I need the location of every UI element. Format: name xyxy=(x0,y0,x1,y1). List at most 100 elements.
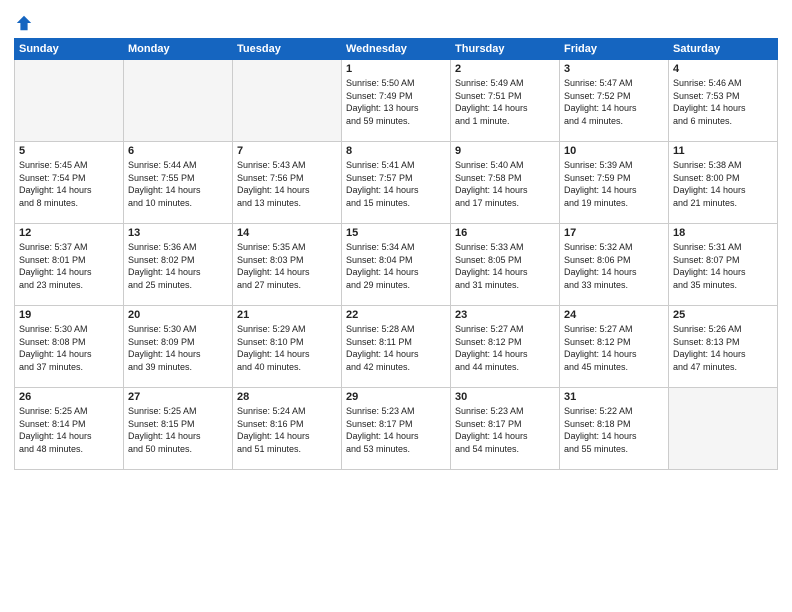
calendar-day-header: Monday xyxy=(124,39,233,60)
calendar-cell: 26 Sunrise: 5:25 AM Sunset: 8:14 PM Dayli… xyxy=(15,388,124,470)
day-number: 16 xyxy=(455,227,555,239)
calendar-cell: 23 Sunrise: 5:27 AM Sunset: 8:12 PM Dayli… xyxy=(451,306,560,388)
day-number: 24 xyxy=(564,309,664,321)
day-info: Sunrise: 5:41 AM Sunset: 7:57 PM Dayligh… xyxy=(346,159,446,209)
day-number: 11 xyxy=(673,145,773,157)
calendar-week-row: 19 Sunrise: 5:30 AM Sunset: 8:08 PM Dayli… xyxy=(15,306,778,388)
day-info: Sunrise: 5:30 AM Sunset: 8:08 PM Dayligh… xyxy=(19,323,119,373)
calendar-cell: 30Sunrise: 5:23 AM Sunset: 8:17 PM Dayli… xyxy=(451,388,560,470)
calendar-day-header: Wednesday xyxy=(342,39,451,60)
calendar-cell: 16Sunrise: 5:33 AM Sunset: 8:05 PM Dayli… xyxy=(451,224,560,306)
day-info: Sunrise: 5:31 AM Sunset: 8:07 PM Dayligh… xyxy=(673,241,773,291)
day-info: Sunrise: 5:22 AM Sunset: 8:18 PM Dayligh… xyxy=(564,405,664,455)
calendar-day-header: Tuesday xyxy=(233,39,342,60)
calendar-week-row: 26 Sunrise: 5:25 AM Sunset: 8:14 PM Dayli… xyxy=(15,388,778,470)
day-info: Sunrise: 5:37 AM Sunset: 8:01 PM Dayligh… xyxy=(19,241,119,291)
calendar-week-row: 5 Sunrise: 5:45 AM Sunset: 7:54 PM Daylig… xyxy=(15,142,778,224)
day-number: 12 xyxy=(19,227,119,239)
day-info: Sunrise: 5:24 AM Sunset: 8:16 PM Dayligh… xyxy=(237,405,337,455)
calendar-cell: 1Sunrise: 5:50 AM Sunset: 7:49 PM Daylig… xyxy=(342,60,451,142)
calendar-cell: 28Sunrise: 5:24 AM Sunset: 8:16 PM Dayli… xyxy=(233,388,342,470)
day-info: Sunrise: 5:45 AM Sunset: 7:54 PM Dayligh… xyxy=(19,159,119,209)
day-info: Sunrise: 5:35 AM Sunset: 8:03 PM Dayligh… xyxy=(237,241,337,291)
day-info: Sunrise: 5:38 AM Sunset: 8:00 PM Dayligh… xyxy=(673,159,773,209)
day-number: 13 xyxy=(128,227,228,239)
calendar-cell: 18 Sunrise: 5:31 AM Sunset: 8:07 PM Dayli… xyxy=(669,224,778,306)
calendar-cell xyxy=(233,60,342,142)
calendar-cell: 2 Sunrise: 5:49 AM Sunset: 7:51 PM Daylig… xyxy=(451,60,560,142)
calendar-day-header: Sunday xyxy=(15,39,124,60)
day-number: 31 xyxy=(564,391,664,403)
calendar-cell: 12 Sunrise: 5:37 AM Sunset: 8:01 PM Dayli… xyxy=(15,224,124,306)
day-number: 8 xyxy=(346,145,446,157)
calendar-cell: 20 Sunrise: 5:30 AM Sunset: 8:09 PM Dayli… xyxy=(124,306,233,388)
logo-icon xyxy=(15,14,33,32)
day-number: 2 xyxy=(455,63,555,75)
day-number: 15 xyxy=(346,227,446,239)
calendar-cell xyxy=(669,388,778,470)
calendar-week-row: 12 Sunrise: 5:37 AM Sunset: 8:01 PM Dayli… xyxy=(15,224,778,306)
day-number: 21 xyxy=(237,309,337,321)
day-number: 5 xyxy=(19,145,119,157)
calendar-cell: 11 Sunrise: 5:38 AM Sunset: 8:00 PM Dayli… xyxy=(669,142,778,224)
day-number: 23 xyxy=(455,309,555,321)
day-info: Sunrise: 5:34 AM Sunset: 8:04 PM Dayligh… xyxy=(346,241,446,291)
calendar-cell: 25 Sunrise: 5:26 AM Sunset: 8:13 PM Dayli… xyxy=(669,306,778,388)
calendar-day-header: Saturday xyxy=(669,39,778,60)
day-number: 7 xyxy=(237,145,337,157)
calendar-cell: 4Sunrise: 5:46 AM Sunset: 7:53 PM Daylig… xyxy=(669,60,778,142)
day-number: 9 xyxy=(455,145,555,157)
day-number: 20 xyxy=(128,309,228,321)
day-info: Sunrise: 5:27 AM Sunset: 8:12 PM Dayligh… xyxy=(455,323,555,373)
calendar-day-header: Friday xyxy=(560,39,669,60)
calendar-cell: 24 Sunrise: 5:27 AM Sunset: 8:12 PM Dayli… xyxy=(560,306,669,388)
day-info: Sunrise: 5:47 AM Sunset: 7:52 PM Dayligh… xyxy=(564,77,664,127)
calendar-cell: 5 Sunrise: 5:45 AM Sunset: 7:54 PM Daylig… xyxy=(15,142,124,224)
day-number: 14 xyxy=(237,227,337,239)
calendar-cell: 22Sunrise: 5:28 AM Sunset: 8:11 PM Dayli… xyxy=(342,306,451,388)
day-info: Sunrise: 5:39 AM Sunset: 7:59 PM Dayligh… xyxy=(564,159,664,209)
day-info: Sunrise: 5:25 AM Sunset: 8:15 PM Dayligh… xyxy=(128,405,228,455)
calendar-week-row: 1Sunrise: 5:50 AM Sunset: 7:49 PM Daylig… xyxy=(15,60,778,142)
calendar-cell: 15 Sunrise: 5:34 AM Sunset: 8:04 PM Dayli… xyxy=(342,224,451,306)
calendar-cell xyxy=(124,60,233,142)
calendar-cell: 13 Sunrise: 5:36 AM Sunset: 8:02 PM Dayli… xyxy=(124,224,233,306)
day-info: Sunrise: 5:23 AM Sunset: 8:17 PM Dayligh… xyxy=(346,405,446,455)
day-info: Sunrise: 5:30 AM Sunset: 8:09 PM Dayligh… xyxy=(128,323,228,373)
day-info: Sunrise: 5:44 AM Sunset: 7:55 PM Dayligh… xyxy=(128,159,228,209)
day-info: Sunrise: 5:32 AM Sunset: 8:06 PM Dayligh… xyxy=(564,241,664,291)
calendar-cell: 29 Sunrise: 5:23 AM Sunset: 8:17 PM Dayli… xyxy=(342,388,451,470)
day-number: 30 xyxy=(455,391,555,403)
day-number: 27 xyxy=(128,391,228,403)
day-info: Sunrise: 5:27 AM Sunset: 8:12 PM Dayligh… xyxy=(564,323,664,373)
day-info: Sunrise: 5:25 AM Sunset: 8:14 PM Dayligh… xyxy=(19,405,119,455)
day-number: 6 xyxy=(128,145,228,157)
calendar-cell: 19 Sunrise: 5:30 AM Sunset: 8:08 PM Dayli… xyxy=(15,306,124,388)
day-number: 19 xyxy=(19,309,119,321)
calendar-cell xyxy=(15,60,124,142)
day-number: 4 xyxy=(673,63,773,75)
logo xyxy=(14,14,33,32)
day-info: Sunrise: 5:36 AM Sunset: 8:02 PM Dayligh… xyxy=(128,241,228,291)
calendar-cell: 21 Sunrise: 5:29 AM Sunset: 8:10 PM Dayli… xyxy=(233,306,342,388)
day-info: Sunrise: 5:40 AM Sunset: 7:58 PM Dayligh… xyxy=(455,159,555,209)
calendar-cell: 10Sunrise: 5:39 AM Sunset: 7:59 PM Dayli… xyxy=(560,142,669,224)
calendar-day-header: Thursday xyxy=(451,39,560,60)
calendar-cell: 27 Sunrise: 5:25 AM Sunset: 8:15 PM Dayli… xyxy=(124,388,233,470)
calendar-cell: 31 Sunrise: 5:22 AM Sunset: 8:18 PM Dayli… xyxy=(560,388,669,470)
day-info: Sunrise: 5:26 AM Sunset: 8:13 PM Dayligh… xyxy=(673,323,773,373)
calendar-cell: 14 Sunrise: 5:35 AM Sunset: 8:03 PM Dayli… xyxy=(233,224,342,306)
calendar: SundayMondayTuesdayWednesdayThursdayFrid… xyxy=(14,38,778,470)
day-number: 22 xyxy=(346,309,446,321)
day-number: 17 xyxy=(564,227,664,239)
day-info: Sunrise: 5:43 AM Sunset: 7:56 PM Dayligh… xyxy=(237,159,337,209)
day-number: 29 xyxy=(346,391,446,403)
day-number: 18 xyxy=(673,227,773,239)
day-number: 26 xyxy=(19,391,119,403)
calendar-cell: 7 Sunrise: 5:43 AM Sunset: 7:56 PM Daylig… xyxy=(233,142,342,224)
day-info: Sunrise: 5:29 AM Sunset: 8:10 PM Dayligh… xyxy=(237,323,337,373)
calendar-cell: 6 Sunrise: 5:44 AM Sunset: 7:55 PM Daylig… xyxy=(124,142,233,224)
day-info: Sunrise: 5:49 AM Sunset: 7:51 PM Dayligh… xyxy=(455,77,555,127)
day-number: 25 xyxy=(673,309,773,321)
calendar-cell: 9 Sunrise: 5:40 AM Sunset: 7:58 PM Daylig… xyxy=(451,142,560,224)
